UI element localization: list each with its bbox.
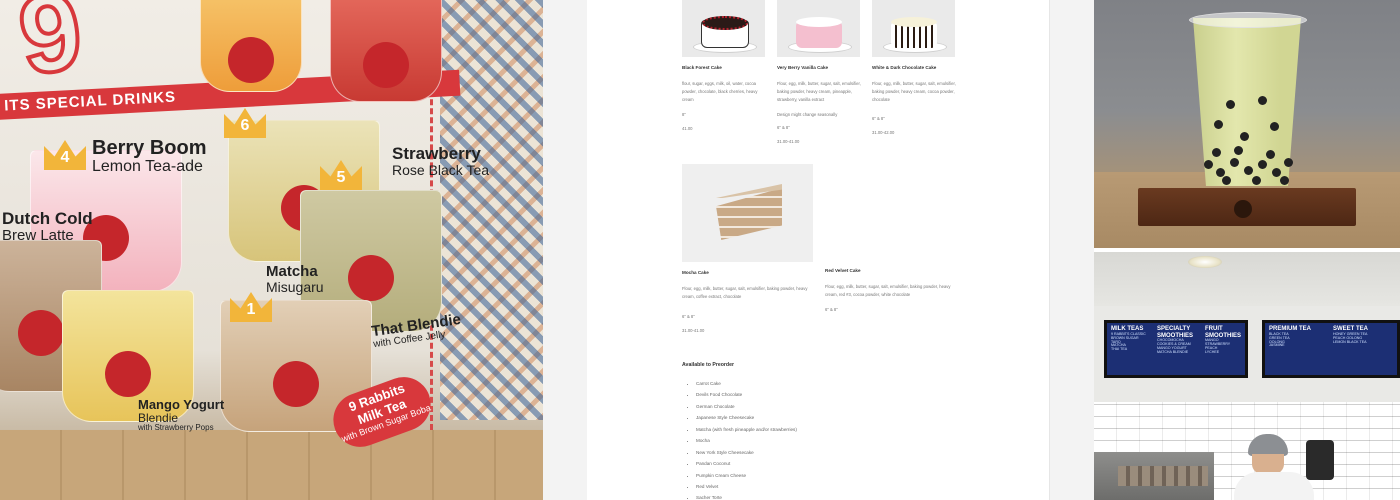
cup-top-orange <box>200 0 302 92</box>
tapioca-pearl <box>1258 96 1267 105</box>
tapioca-pearl <box>1266 150 1275 159</box>
crown-icon: 1 <box>230 292 272 322</box>
cake-ingredients: Flour, egg, milk, butter, sugar, salt, e… <box>872 81 956 102</box>
cake-title[interactable]: White & Dark Chocolate Cake <box>872 65 960 70</box>
tapioca-pearl <box>1280 176 1289 185</box>
drink-label: Strawberry Rose Black Tea <box>392 144 490 178</box>
preorder-item: Sacher Torte <box>696 492 797 500</box>
tapioca-pearl <box>1212 148 1221 157</box>
cake-photo <box>682 0 765 57</box>
tapioca-pearl <box>1244 166 1253 175</box>
preorder-heading: Available to Preorder <box>682 362 734 368</box>
cake-photo <box>777 0 860 57</box>
preorder-item: Red Velvet <box>696 481 797 492</box>
ceiling <box>1094 252 1400 306</box>
cup-top-red <box>330 0 442 102</box>
wooden-stand <box>1138 188 1356 226</box>
cake-note: Design might change seasonally <box>777 111 838 117</box>
brand-logo-icon <box>1234 200 1252 218</box>
cake-sizes: 6" & 8" <box>872 115 885 121</box>
barista <box>1234 432 1314 500</box>
tapioca-pearl <box>1272 168 1281 177</box>
preorder-item: Pumpkin Cream Cheese <box>696 470 797 481</box>
cake-sizes: 6" & 8" <box>777 124 790 130</box>
tapioca-pearl <box>1258 160 1267 169</box>
poster-heading: ITS SPECIAL DRINKS <box>3 88 177 115</box>
cake-title[interactable]: Mocha Cake <box>682 270 814 275</box>
crown-icon: 4 <box>44 140 86 170</box>
cake-card-red-velvet[interactable]: Red Velvet Cake Flour, egg, milk, butter… <box>825 262 959 312</box>
bakery-menu-page: Black Forest Cake flour, sugar, eggs, mi… <box>543 0 1094 500</box>
crown-icon: 6 <box>224 108 266 138</box>
cake-photo <box>872 0 955 57</box>
drink-label: Berry Boom Lemon Tea-ade <box>92 137 207 175</box>
brand-logo-icon <box>348 255 394 302</box>
tapioca-pearl <box>1270 122 1279 131</box>
menu-board-left: MILK TEAS 9 RABBITS CLASSIC BROWN SUGAR TA… <box>1104 320 1248 378</box>
cake-sizes: 6" & 8" <box>682 313 695 319</box>
tile-wall <box>440 0 543 420</box>
tapioca-pearl <box>1284 158 1293 167</box>
preorder-item: New York Style Cheesecake <box>696 447 797 458</box>
menu-board-right: PREMIUM TEA BLACK TEA GREEN TEA OOLONG JASM… <box>1262 320 1400 378</box>
cake-card-very-berry[interactable]: Very Berry Vanilla Cake Flour, egg, milk… <box>777 0 865 144</box>
cake-title[interactable]: Black Forest Cake <box>682 65 770 70</box>
brand-logo-icon <box>105 350 151 397</box>
cake-ingredients: Flour, egg, milk, butter, sugar, salt, e… <box>777 81 861 102</box>
cake-ingredients: flour, sugar, eggs, milk, oil, water, co… <box>682 81 758 102</box>
tapioca-pearl <box>1234 146 1243 155</box>
tapioca-pearl <box>1230 158 1239 167</box>
cake-title[interactable]: Very Berry Vanilla Cake <box>777 65 865 70</box>
preorder-item: Matcha (with fresh pineapple and/or stra… <box>696 424 797 435</box>
store-counter-photo: MILK TEAS 9 RABBITS CLASSIC BROWN SUGAR TA… <box>1094 252 1400 500</box>
page-left-margin <box>543 0 588 500</box>
cake-ingredients: Flour, egg, milk, butter, sugar, salt, e… <box>682 286 808 299</box>
cake-price: 31.00-41.00 <box>682 327 705 333</box>
tapioca-pearl <box>1214 120 1223 129</box>
cake-title[interactable]: Red Velvet Cake <box>825 268 959 273</box>
drink-label: Dutch Cold Brew Latte <box>2 209 93 244</box>
brand-logo-icon <box>363 41 409 88</box>
preorder-item: Japanese Style Cheesecake <box>696 412 797 423</box>
floor <box>0 430 543 500</box>
cake-photo <box>682 164 813 262</box>
brand-logo-icon <box>18 310 64 356</box>
cake-sizes: 6" & 8" <box>825 306 838 312</box>
cake-price: 31.00-41.00 <box>777 138 800 144</box>
tapioca-pearl <box>1240 132 1249 141</box>
page-right-margin <box>1050 0 1094 500</box>
cake-card-black-forest[interactable]: Black Forest Cake flour, sugar, eggs, mi… <box>682 0 770 131</box>
brand-logo-icon <box>228 37 274 83</box>
cake-card-mocha[interactable]: Mocha Cake Flour, egg, milk, butter, sug… <box>682 164 814 333</box>
ceiling-light-icon <box>1188 256 1222 268</box>
preorder-list: Carrot CakeDevils Food ChocolateGerman C… <box>688 378 797 500</box>
cup-shelf <box>1118 466 1208 486</box>
cake-card-white-dark-chocolate[interactable]: White & Dark Chocolate Cake Flour, egg, … <box>872 0 960 135</box>
cake-price: 41.00 <box>682 125 693 131</box>
preorder-item: German Chocolate <box>696 401 797 412</box>
cake-price: 31.00-42.00 <box>872 129 895 135</box>
poster-number-graphic: 9 <box>10 0 92 101</box>
tapioca-pearl <box>1204 160 1213 169</box>
preorder-item: Pandan Coconut <box>696 458 797 469</box>
cake-ingredients: Flour, egg, milk, butter, sugar, salt, e… <box>825 284 951 297</box>
drink-poster-photo: 9 ITS SPECIAL DRINKS 4 6 5 1 Berry Boom L… <box>0 0 543 500</box>
cap <box>1248 434 1288 456</box>
preorder-item: Carrot Cake <box>696 378 797 389</box>
tapioca-pearl <box>1222 176 1231 185</box>
tapioca-pearl <box>1226 100 1235 109</box>
brand-logo-icon <box>273 360 319 407</box>
preorder-item: Mocha <box>696 435 797 446</box>
drink-label: Matcha Misugaru <box>266 263 324 295</box>
drink-label: Mango Yogurt Blendie with Strawberry Pops <box>138 397 225 433</box>
bubble-tea-photo <box>1094 0 1400 248</box>
preorder-item: Devils Food Chocolate <box>696 389 797 400</box>
tapioca-pearl <box>1252 176 1261 185</box>
cup-rim <box>1189 12 1307 28</box>
cake-sizes: 8" <box>682 111 686 117</box>
